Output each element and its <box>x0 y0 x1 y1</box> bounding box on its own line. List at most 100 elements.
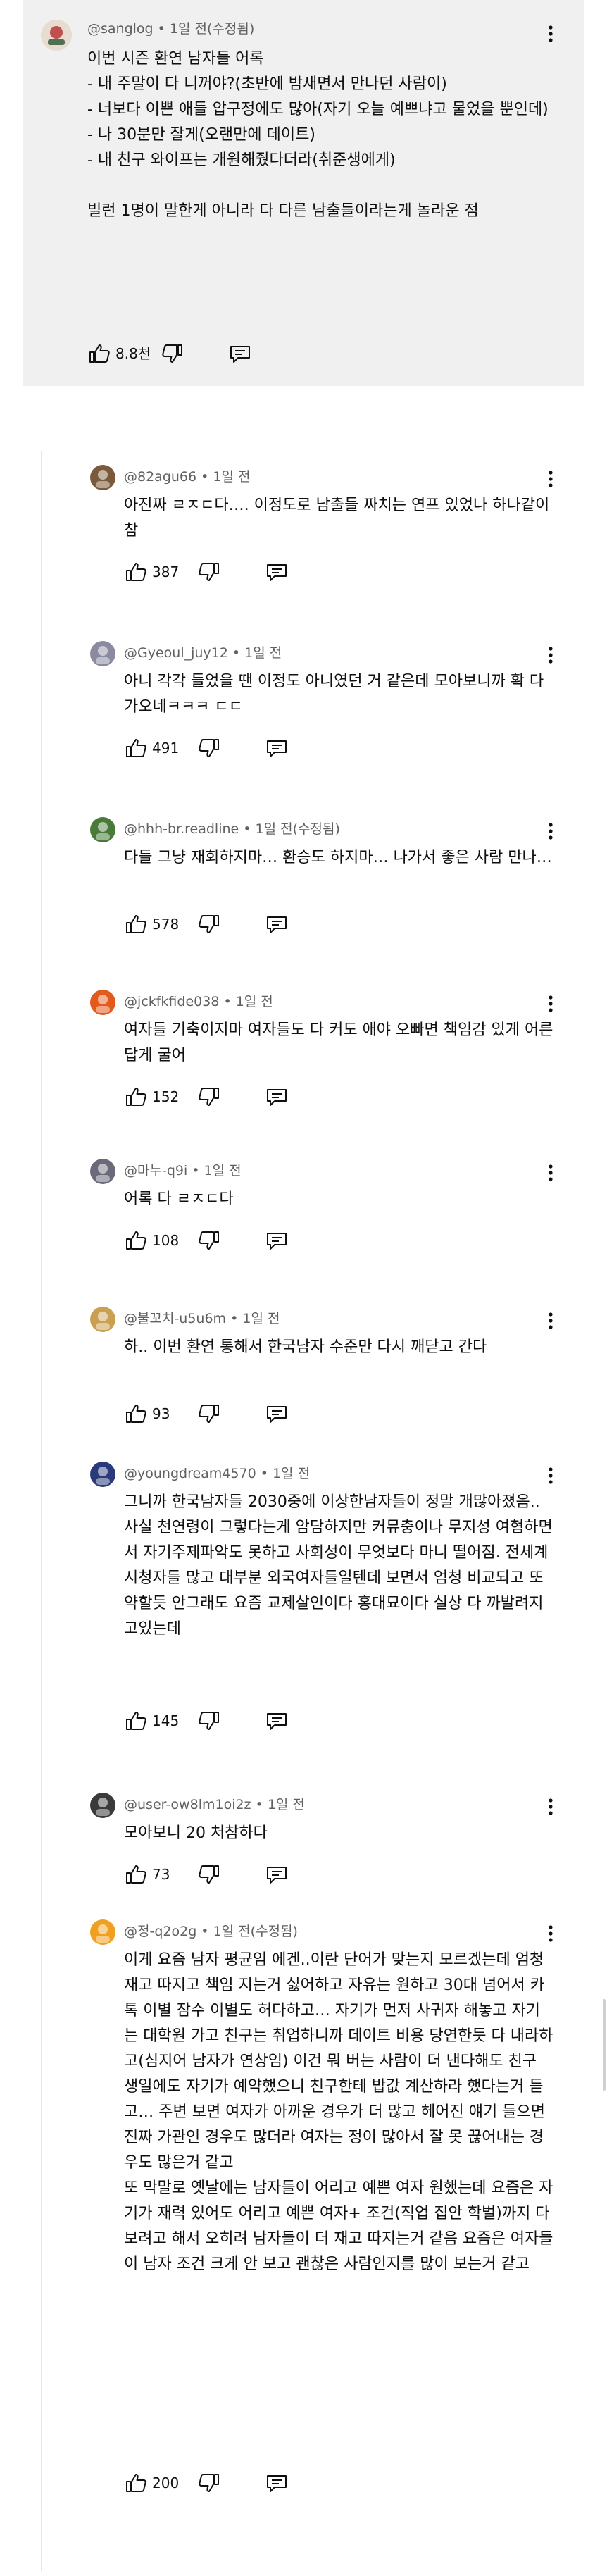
dislike-icon[interactable] <box>197 1226 221 1257</box>
scrollbar-thumb[interactable] <box>603 1999 606 2091</box>
avatar[interactable] <box>90 990 115 1015</box>
reply-text: 하.. 이번 환연 통해서 한국남자 수준만 다시 깨닫고 간다 <box>124 1338 487 1356</box>
avatar[interactable] <box>90 1919 115 1945</box>
like-count: 578 <box>152 916 180 933</box>
avatar[interactable] <box>90 1462 115 1487</box>
reply-icon[interactable] <box>265 1083 289 1114</box>
avatar[interactable] <box>90 465 115 490</box>
avatar[interactable] <box>90 641 115 666</box>
dislike-icon[interactable] <box>197 1400 221 1431</box>
like-count: 8.8천 <box>115 345 151 362</box>
avatar[interactable] <box>90 1307 115 1332</box>
reply-icon[interactable] <box>228 340 252 371</box>
more-options-icon[interactable] <box>542 1466 559 1486</box>
reply-text: 여자들 기축이지마 여자들도 다 커도 애야 오빠면 책임감 있게 어른답게 굴… <box>124 1021 553 1064</box>
reply-icon[interactable] <box>265 1860 289 1891</box>
like-icon[interactable] <box>124 1707 148 1738</box>
reply-time[interactable]: 1일 전 <box>268 1797 305 1812</box>
reply-icon[interactable] <box>265 910 289 941</box>
like-icon[interactable] <box>124 558 148 589</box>
avatar[interactable] <box>90 1159 115 1184</box>
more-options-icon[interactable] <box>542 1924 559 1943</box>
meta-separator: • <box>251 1797 268 1812</box>
more-options-icon[interactable] <box>542 645 559 665</box>
like-icon[interactable] <box>124 1860 148 1891</box>
like-icon[interactable] <box>124 734 148 765</box>
reply-actions: 152 <box>124 1083 335 1111</box>
reply-time[interactable]: 1일 전(수정됨) <box>256 821 340 837</box>
dislike-icon[interactable] <box>197 2469 221 2500</box>
like-count: 93 <box>152 1405 170 1422</box>
like-icon[interactable] <box>124 1083 148 1114</box>
meta-separator: • <box>196 1924 213 1939</box>
reply-meta: @마누-q9i • 1일 전 <box>124 1162 242 1180</box>
reply-time[interactable]: 1일 전 <box>242 1311 280 1326</box>
more-options-icon[interactable] <box>542 1163 559 1183</box>
reply-text: 이게 요즘 남자 평균임 에겐..이란 단어가 맞는지 모르겠는데 엄청 재고 … <box>124 1951 553 2273</box>
comment-actions: 8.8천 <box>87 340 299 368</box>
meta-separator: • <box>157 21 170 37</box>
comment-author[interactable]: @sanglog <box>87 21 154 37</box>
reply-icon[interactable] <box>265 2469 289 2500</box>
dislike-icon[interactable] <box>197 558 221 589</box>
dislike-icon[interactable] <box>161 340 184 371</box>
reply-icon[interactable] <box>265 558 289 589</box>
more-options-icon[interactable] <box>542 24 559 44</box>
reply-text: 그니까 한국남자들 2030중에 이상한남자들이 정말 개많아졌음.. 사실 천… <box>124 1493 553 1638</box>
reply-time[interactable]: 1일 전 <box>204 1163 242 1178</box>
reply-actions: 200 <box>124 2469 335 2497</box>
reply-text: 아진짜 ㄹㅈㄷ다…. 이정도로 남출들 짜치는 연프 있었나 하나같이 참 <box>124 497 550 540</box>
avatar[interactable] <box>90 1793 115 1818</box>
like-count: 152 <box>152 1088 180 1105</box>
like-icon[interactable] <box>124 1226 148 1257</box>
like-icon[interactable] <box>124 1400 148 1431</box>
reply-text: 다들 그냥 재회하지마… 환승도 하지마… 나가서 좋은 사람 만나… <box>124 849 552 866</box>
reply-meta: @jckfkfide038 • 1일 전 <box>124 993 273 1011</box>
reply-icon[interactable] <box>265 734 289 765</box>
more-options-icon[interactable] <box>542 821 559 841</box>
dislike-icon[interactable] <box>197 1083 221 1114</box>
reply-author[interactable]: @마누-q9i <box>124 1163 187 1178</box>
reply-time[interactable]: 1일 전 <box>213 469 250 485</box>
reply-icon[interactable] <box>265 1400 289 1431</box>
reply-time[interactable]: 1일 전 <box>236 994 273 1009</box>
reply-text: 어록 다 ㄹㅈㄷ다 <box>124 1190 234 1208</box>
meta-separator: • <box>256 1466 273 1481</box>
reply-author[interactable]: @Gyeoul_juy12 <box>124 645 228 661</box>
reply-author[interactable]: @82agu66 <box>124 469 196 485</box>
reply-icon[interactable] <box>265 1226 289 1257</box>
more-options-icon[interactable] <box>542 994 559 1014</box>
more-options-icon[interactable] <box>542 1797 559 1817</box>
reply-icon[interactable] <box>265 1707 289 1738</box>
more-options-icon[interactable] <box>542 1311 559 1331</box>
avatar[interactable] <box>41 20 72 51</box>
like-icon[interactable] <box>124 910 148 941</box>
reply-author[interactable]: @jckfkfide038 <box>124 994 219 1009</box>
more-options-icon[interactable] <box>542 469 559 489</box>
dislike-icon[interactable] <box>197 1860 221 1891</box>
reply-time[interactable]: 1일 전 <box>244 645 282 661</box>
meta-separator: • <box>196 469 213 485</box>
reply-actions: 73 <box>124 1860 335 1889</box>
dislike-icon[interactable] <box>197 910 221 941</box>
reply-author[interactable]: @정-q2o2g <box>124 1924 196 1939</box>
reply-time[interactable]: 1일 전(수정됨) <box>213 1924 298 1939</box>
reply-text: 아니 각각 들었을 땐 이정도 아니였던 거 같은데 모아보니까 확 다가오네ㅋ… <box>124 673 544 716</box>
dislike-icon[interactable] <box>197 1707 221 1738</box>
reply-author[interactable]: @hhh-br.readline <box>124 821 239 837</box>
dislike-icon[interactable] <box>197 734 221 765</box>
reply-author[interactable]: @youngdream4570 <box>124 1466 256 1481</box>
like-count: 73 <box>152 1866 170 1883</box>
avatar[interactable] <box>90 817 115 842</box>
like-count: 491 <box>152 740 180 757</box>
reply-actions: 93 <box>124 1400 335 1428</box>
like-icon[interactable] <box>124 2469 148 2500</box>
reply-time[interactable]: 1일 전 <box>273 1466 310 1481</box>
like-icon[interactable] <box>87 340 111 371</box>
comment-time[interactable]: 1일 전(수정됨) <box>170 21 254 37</box>
reply-meta: @hhh-br.readline • 1일 전(수정됨) <box>124 820 340 838</box>
reply-author[interactable]: @불꼬치-u5u6m <box>124 1311 226 1326</box>
reply-meta: @user-ow8lm1oi2z • 1일 전 <box>124 1796 305 1814</box>
reply-author[interactable]: @user-ow8lm1oi2z <box>124 1797 251 1812</box>
reply-thread-line <box>41 451 42 2571</box>
